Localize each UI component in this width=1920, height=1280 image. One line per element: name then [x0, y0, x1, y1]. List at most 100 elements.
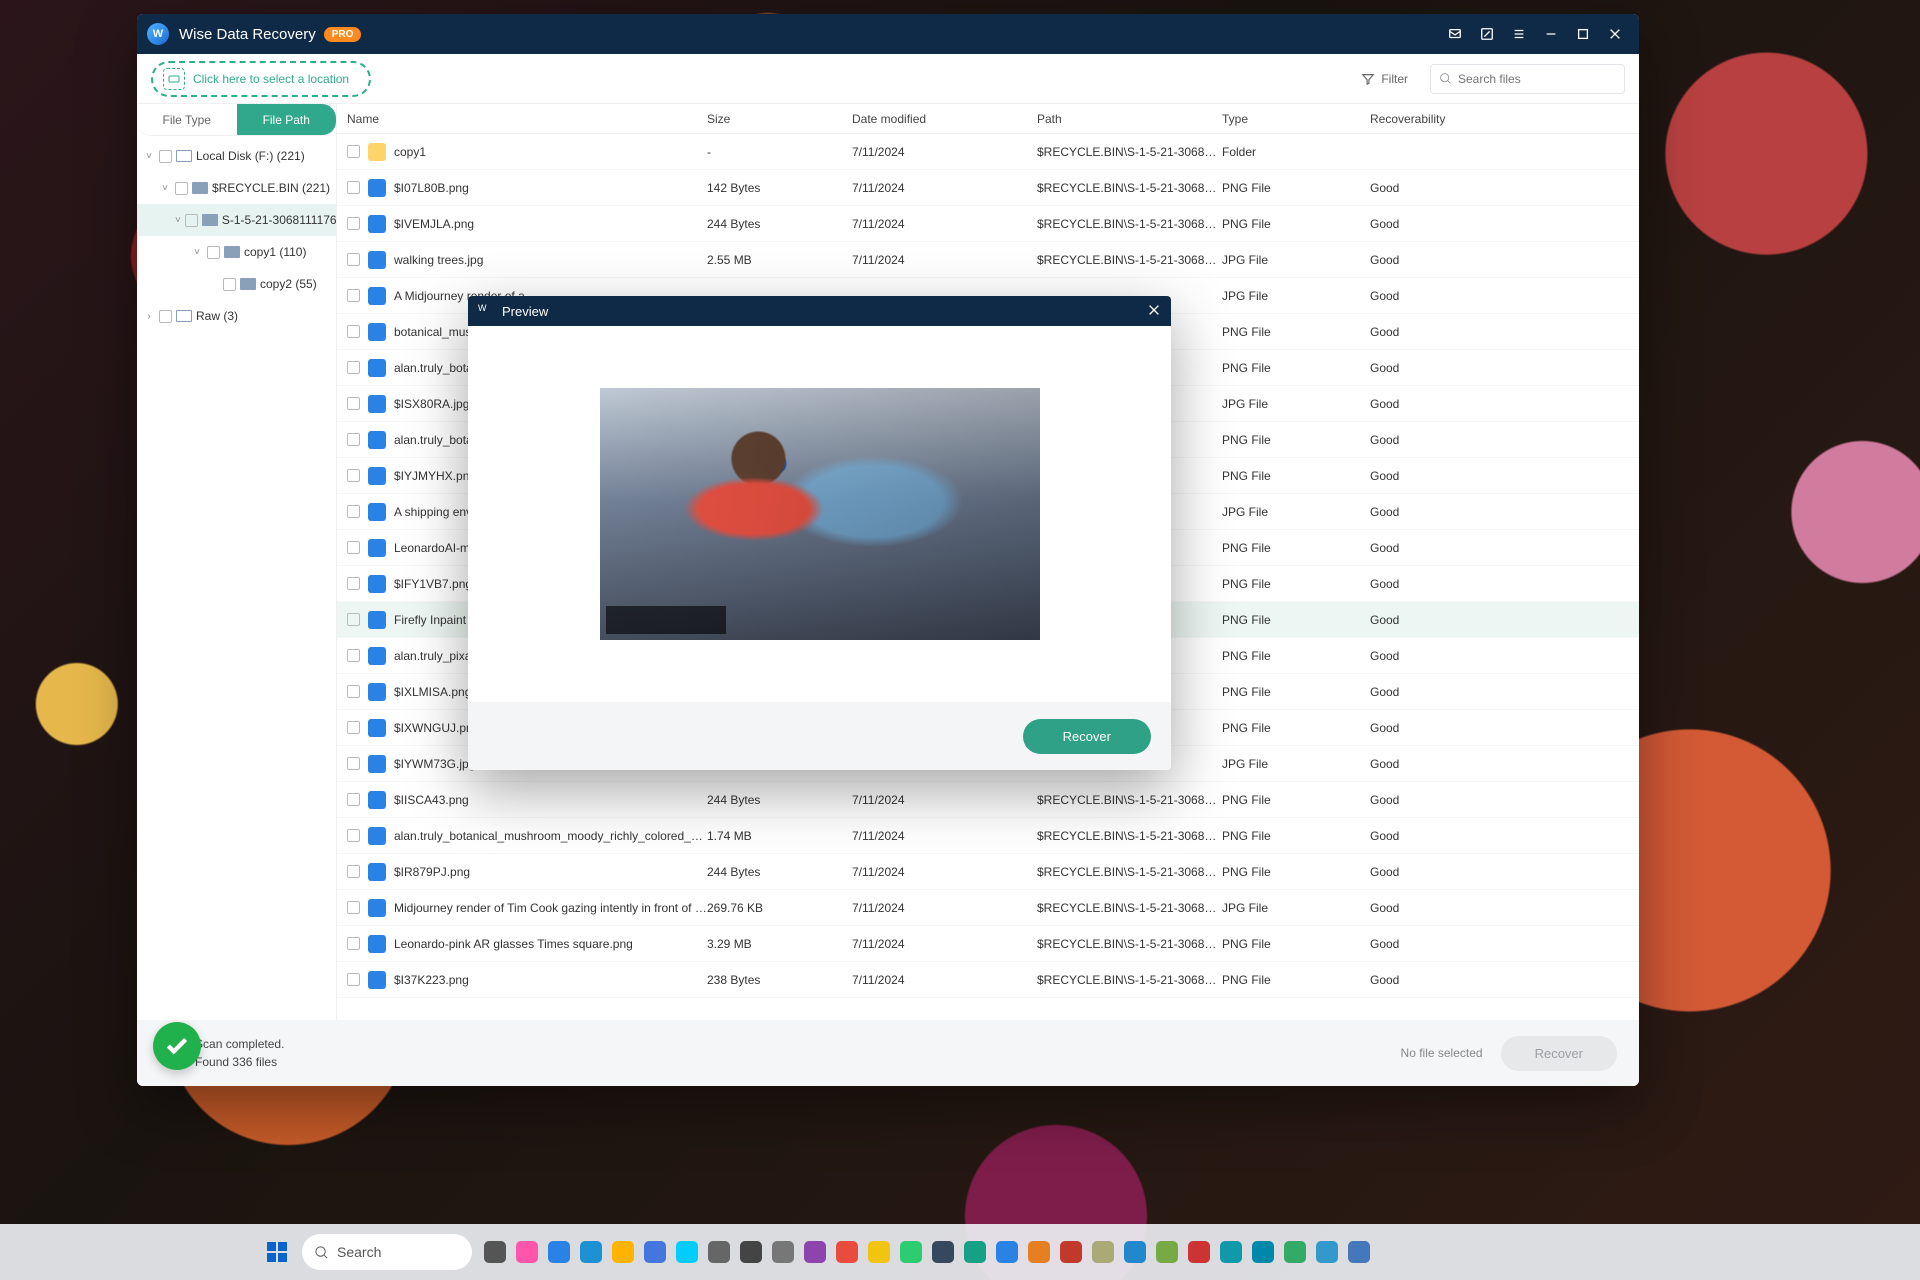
- checkbox[interactable]: [159, 310, 172, 323]
- taskbar-app-icon[interactable]: [800, 1237, 830, 1267]
- maximize-button[interactable]: [1569, 20, 1597, 48]
- search-box[interactable]: [1430, 64, 1625, 94]
- row-checkbox[interactable]: [347, 289, 360, 302]
- taskbar-app-icon[interactable]: [512, 1237, 542, 1267]
- tree-node[interactable]: ˅ $RECYCLE.BIN (221): [137, 172, 336, 204]
- table-row[interactable]: $I07L80B.png 142 Bytes 7/11/2024 $RECYCL…: [337, 170, 1639, 206]
- taskbar-app-icon[interactable]: [928, 1237, 958, 1267]
- table-row[interactable]: Midjourney render of Tim Cook gazing int…: [337, 890, 1639, 926]
- table-row[interactable]: Leonardo-pink AR glasses Times square.pn…: [337, 926, 1639, 962]
- checkbox[interactable]: [159, 150, 172, 163]
- row-checkbox[interactable]: [347, 361, 360, 374]
- tab-file-path[interactable]: File Path: [237, 104, 337, 136]
- row-checkbox[interactable]: [347, 145, 360, 158]
- close-button[interactable]: [1601, 20, 1629, 48]
- row-checkbox[interactable]: [347, 901, 360, 914]
- row-checkbox[interactable]: [347, 793, 360, 806]
- col-path[interactable]: Path: [1037, 112, 1222, 126]
- expand-icon[interactable]: ˅: [191, 247, 203, 258]
- taskbar-app-icon[interactable]: [704, 1237, 734, 1267]
- row-checkbox[interactable]: [347, 937, 360, 950]
- taskbar-app-icon[interactable]: [992, 1237, 1022, 1267]
- taskbar-app-icon[interactable]: [1280, 1237, 1310, 1267]
- table-row[interactable]: $IR879PJ.png 244 Bytes 7/11/2024 $RECYCL…: [337, 854, 1639, 890]
- tree-node[interactable]: ˅ S-1-5-21-3068111176-186996...: [137, 204, 336, 236]
- col-size[interactable]: Size: [707, 112, 852, 126]
- taskbar-app-icon[interactable]: [480, 1237, 510, 1267]
- checkbox[interactable]: [207, 246, 220, 259]
- row-checkbox[interactable]: [347, 433, 360, 446]
- table-row[interactable]: $IVEMJLA.png 244 Bytes 7/11/2024 $RECYCL…: [337, 206, 1639, 242]
- checkbox[interactable]: [223, 278, 236, 291]
- taskbar-app-icon[interactable]: [768, 1237, 798, 1267]
- row-checkbox[interactable]: [347, 757, 360, 770]
- taskbar-app-icon[interactable]: [576, 1237, 606, 1267]
- checkbox[interactable]: [185, 214, 198, 227]
- table-row[interactable]: alan.truly_botanical_mushroom_moody_rich…: [337, 818, 1639, 854]
- taskbar-app-icon[interactable]: [736, 1237, 766, 1267]
- table-row[interactable]: $IISCA43.png 244 Bytes 7/11/2024 $RECYCL…: [337, 782, 1639, 818]
- taskbar-app-icon[interactable]: [608, 1237, 638, 1267]
- row-checkbox[interactable]: [347, 865, 360, 878]
- tree-node[interactable]: › Raw (3): [137, 300, 336, 332]
- taskbar-app-icon[interactable]: [1088, 1237, 1118, 1267]
- checkbox[interactable]: [175, 182, 188, 195]
- row-checkbox[interactable]: [347, 721, 360, 734]
- select-location-button[interactable]: Click here to select a location: [151, 61, 371, 97]
- row-checkbox[interactable]: [347, 253, 360, 266]
- search-input[interactable]: [1458, 72, 1616, 86]
- col-date[interactable]: Date modified: [852, 112, 1037, 126]
- row-checkbox[interactable]: [347, 217, 360, 230]
- preview-recover-button[interactable]: Recover: [1023, 719, 1151, 754]
- expand-icon[interactable]: ˅: [159, 183, 171, 194]
- row-checkbox[interactable]: [347, 541, 360, 554]
- taskbar-app-icon[interactable]: [1216, 1237, 1246, 1267]
- taskbar-app-icon[interactable]: [1152, 1237, 1182, 1267]
- row-checkbox[interactable]: [347, 397, 360, 410]
- row-checkbox[interactable]: [347, 505, 360, 518]
- taskbar-app-icon[interactable]: [864, 1237, 894, 1267]
- taskbar-app-icon[interactable]: [544, 1237, 574, 1267]
- taskbar-app-icon[interactable]: [832, 1237, 862, 1267]
- row-checkbox[interactable]: [347, 325, 360, 338]
- row-checkbox[interactable]: [347, 469, 360, 482]
- col-name[interactable]: Name: [337, 112, 707, 126]
- row-checkbox[interactable]: [347, 613, 360, 626]
- col-recoverability[interactable]: Recoverability: [1370, 112, 1639, 126]
- expand-icon[interactable]: ˅: [175, 215, 181, 226]
- filter-button[interactable]: Filter: [1351, 66, 1418, 92]
- col-type[interactable]: Type: [1222, 112, 1370, 126]
- taskbar-app-icon[interactable]: [1024, 1237, 1054, 1267]
- minimize-button[interactable]: [1537, 20, 1565, 48]
- row-checkbox[interactable]: [347, 685, 360, 698]
- tree-node[interactable]: copy2 (55): [137, 268, 336, 300]
- row-checkbox[interactable]: [347, 829, 360, 842]
- taskbar-search[interactable]: Search: [302, 1234, 472, 1270]
- taskbar-app-icon[interactable]: [1120, 1237, 1150, 1267]
- tab-file-type[interactable]: File Type: [137, 104, 237, 136]
- taskbar-app-icon[interactable]: [960, 1237, 990, 1267]
- expand-icon[interactable]: ˅: [143, 151, 155, 162]
- table-row[interactable]: copy1 - 7/11/2024 $RECYCLE.BIN\S-1-5-21-…: [337, 134, 1639, 170]
- recover-button-main[interactable]: Recover: [1501, 1036, 1617, 1071]
- taskbar-app-icon[interactable]: [672, 1237, 702, 1267]
- table-row[interactable]: walking trees.jpg 2.55 MB 7/11/2024 $REC…: [337, 242, 1639, 278]
- taskbar-app-icon[interactable]: [640, 1237, 670, 1267]
- expand-icon[interactable]: ›: [143, 311, 155, 322]
- table-row[interactable]: $I37K223.png 238 Bytes 7/11/2024 $RECYCL…: [337, 962, 1639, 998]
- row-checkbox[interactable]: [347, 181, 360, 194]
- taskbar-app-icon[interactable]: [896, 1237, 926, 1267]
- tree-node[interactable]: ˅ copy1 (110): [137, 236, 336, 268]
- preview-close-button[interactable]: [1147, 303, 1161, 320]
- taskbar-app-icon[interactable]: [1184, 1237, 1214, 1267]
- taskbar-app-icon[interactable]: [1344, 1237, 1374, 1267]
- row-checkbox[interactable]: [347, 577, 360, 590]
- menu-icon[interactable]: [1505, 20, 1533, 48]
- tree-node[interactable]: ˅ Local Disk (F:) (221): [137, 140, 336, 172]
- edit-icon[interactable]: [1473, 20, 1501, 48]
- taskbar-app-icon[interactable]: [1312, 1237, 1342, 1267]
- start-button[interactable]: [260, 1235, 294, 1269]
- feedback-icon[interactable]: [1441, 20, 1469, 48]
- row-checkbox[interactable]: [347, 649, 360, 662]
- taskbar-app-icon[interactable]: [1056, 1237, 1086, 1267]
